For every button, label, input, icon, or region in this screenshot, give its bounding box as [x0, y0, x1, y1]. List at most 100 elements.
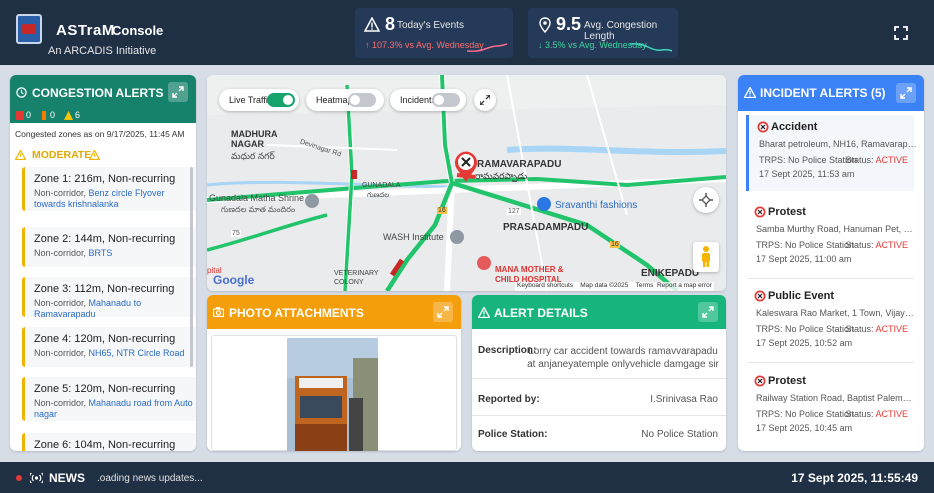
incident-item[interactable]: Public Event Kaleswara Rao Market, 1 Tow… — [746, 284, 914, 360]
incident-marker-icon — [754, 206, 766, 218]
traffic-map[interactable]: MADHURA NAGAR మధుర నగర్ Devinagar Rd RAM… — [207, 75, 726, 291]
incident-item-selected[interactable]: Accident Bharat petroleum, NH16, Ramavar… — [746, 115, 917, 191]
alert-details-title: ALERT DETAILS — [494, 306, 588, 320]
brand-console: Console — [112, 23, 164, 38]
map-label: GUNADALA — [362, 182, 401, 189]
live-dot-icon — [16, 475, 22, 481]
road-shield: 16 — [437, 207, 447, 214]
map-label: గుణదల మాత మందిరం — [221, 205, 296, 214]
todays-events-label: Today's Events — [397, 20, 464, 31]
news-bar: NEWS .oading news updates... 17 Sept 202… — [0, 462, 934, 493]
congestion-length-value: 9.5 — [556, 14, 582, 34]
zone-list[interactable]: Zone 1: 216m, Non-recurring Non-corridor… — [10, 167, 196, 451]
map-label: మధుర నగర్ — [231, 151, 275, 161]
news-label: NEWS — [49, 471, 85, 485]
expand-icon — [172, 86, 184, 98]
alert-expand-button[interactable] — [698, 302, 718, 322]
top-bar: ASTraM Console An ARCADIS Initiative 8 T… — [0, 0, 934, 65]
divider — [748, 362, 914, 363]
map-label: రామవరప్పాడు — [475, 171, 528, 181]
incident-expand-button[interactable] — [896, 83, 916, 103]
congestion-expand-button[interactable] — [168, 82, 188, 102]
divider — [748, 278, 914, 279]
divider — [472, 415, 726, 416]
expand-icon — [702, 306, 714, 318]
photo-attachments-title: PHOTO ATTACHMENTS — [229, 306, 364, 320]
incident-alerts-panel: INCIDENT ALERTS (5) Accident Bharat petr… — [738, 75, 924, 451]
warning-icon — [744, 87, 756, 98]
brand-subtitle: An ARCADIS Initiative — [48, 45, 157, 57]
warning-icon — [15, 150, 26, 160]
photo-expand-button[interactable] — [433, 302, 453, 322]
reported-by-label: Reported by: — [478, 394, 540, 405]
congestion-length-label: Avg. Congestion Length — [584, 20, 658, 42]
street-view-button[interactable] — [693, 242, 719, 272]
photo-attachments-header: PHOTO ATTACHMENTS — [207, 295, 461, 329]
severe-count: 0 — [26, 110, 32, 120]
map-recenter-button[interactable] — [693, 187, 719, 213]
description-value: Lorry car accident towards ramavvarapadu… — [527, 346, 719, 370]
police-station-label: Police Station: — [478, 429, 548, 440]
map-label: ENIKEPADU — [641, 268, 700, 279]
reported-by-value: I.Srinivasa Rao — [650, 394, 718, 405]
map-expand-button[interactable] — [474, 89, 496, 111]
road-shield: 127 — [507, 208, 521, 215]
police-emblem-icon — [16, 14, 42, 44]
current-datetime: 17 Sept 2025, 11:55:49 — [791, 471, 918, 485]
fullscreen-icon[interactable] — [894, 26, 908, 40]
congestion-length-card[interactable]: 9.5 Avg. Congestion Length ↓ 3.5% vs Avg… — [528, 8, 678, 58]
photo-attachments-panel: PHOTO ATTACHMENTS — [207, 295, 461, 451]
zone-item[interactable]: Zone 6: 104m, Non-recurring — [22, 433, 196, 451]
news-ticker: .oading news updates... — [97, 473, 203, 484]
incidents-toggle[interactable]: Incidents — [390, 89, 466, 111]
expand-icon — [437, 306, 449, 318]
zone-item[interactable]: Zone 1: 216m, Non-recurring Non-corridor… — [22, 167, 196, 211]
map-label: MADHURA NAGAR — [231, 129, 278, 149]
toggle-switch[interactable] — [432, 93, 460, 107]
congestion-alerts-header: CONGESTION ALERTS — [10, 75, 196, 109]
incident-alerts-header: INCIDENT ALERTS (5) — [738, 75, 924, 111]
divider — [472, 378, 726, 379]
zone-list-scrollbar[interactable] — [190, 167, 193, 367]
todays-events-card[interactable]: 8 Today's Events ↑ 107.3% vs Avg. Wednes… — [355, 8, 513, 58]
todays-events-trend: ↑ 107.3% vs Avg. Wednesday — [365, 40, 484, 50]
incident-item[interactable]: Protest Samba Murthy Road, Hanuman Pet, … — [746, 200, 914, 276]
incident-marker-icon[interactable] — [453, 151, 479, 183]
road-shield: 75 — [231, 230, 241, 237]
severe-icon — [16, 111, 24, 120]
map-label: PRASADAMPADU — [503, 222, 589, 233]
high-icon — [42, 111, 46, 120]
toggle-switch[interactable] — [267, 93, 295, 107]
incident-item[interactable]: Protest Railway Station Road, Baptist Pa… — [746, 369, 914, 445]
accident-photo[interactable] — [287, 338, 378, 451]
map-label: WASH Institute — [383, 232, 444, 242]
heatmap-toggle[interactable]: Heatmap — [306, 89, 384, 111]
warning-icon — [364, 17, 380, 32]
zone-item[interactable]: Zone 3: 112m, Non-recurring Non-corridor… — [22, 277, 196, 319]
expand-icon — [900, 87, 912, 99]
congested-as-of: Congested zones as on 9/17/2025, 11:45 A… — [15, 129, 185, 139]
broadcast-icon — [30, 472, 43, 484]
zone-item[interactable]: Zone 5: 120m, Non-recurring Non-corridor… — [22, 377, 196, 421]
camera-icon — [213, 307, 224, 317]
expand-icon — [480, 95, 490, 105]
alert-details-header: ALERT DETAILS — [472, 295, 726, 329]
zone-item[interactable]: Zone 2: 144m, Non-recurring Non-corridor… — [22, 227, 196, 267]
crosshair-icon — [699, 193, 713, 207]
map-label: VETERINARY COLONY — [334, 270, 379, 286]
congestion-alerts-title: CONGESTION ALERTS — [32, 86, 164, 100]
live-traffic-toggle[interactable]: Live Traffic — [219, 89, 299, 111]
toggle-switch[interactable] — [348, 93, 376, 107]
map-label: Sravanthi fashions — [555, 200, 638, 211]
alert-details-panel: ALERT DETAILS Description: Lorry car acc… — [472, 295, 726, 451]
map-attribution: Keyboard shortcuts Map data ©2025 Terms … — [515, 282, 714, 291]
warning-icon — [478, 307, 490, 318]
zone-item[interactable]: Zone 4: 120m, Non-recurring Non-corridor… — [22, 327, 196, 367]
events-sparkline — [467, 43, 507, 52]
police-station-value: No Police Station — [641, 429, 718, 440]
pegman-icon — [702, 246, 710, 267]
high-count: 0 — [50, 110, 56, 120]
incident-alerts-title: INCIDENT ALERTS (5) — [760, 86, 886, 100]
incident-marker-icon — [757, 121, 769, 133]
clock-icon — [16, 87, 27, 98]
